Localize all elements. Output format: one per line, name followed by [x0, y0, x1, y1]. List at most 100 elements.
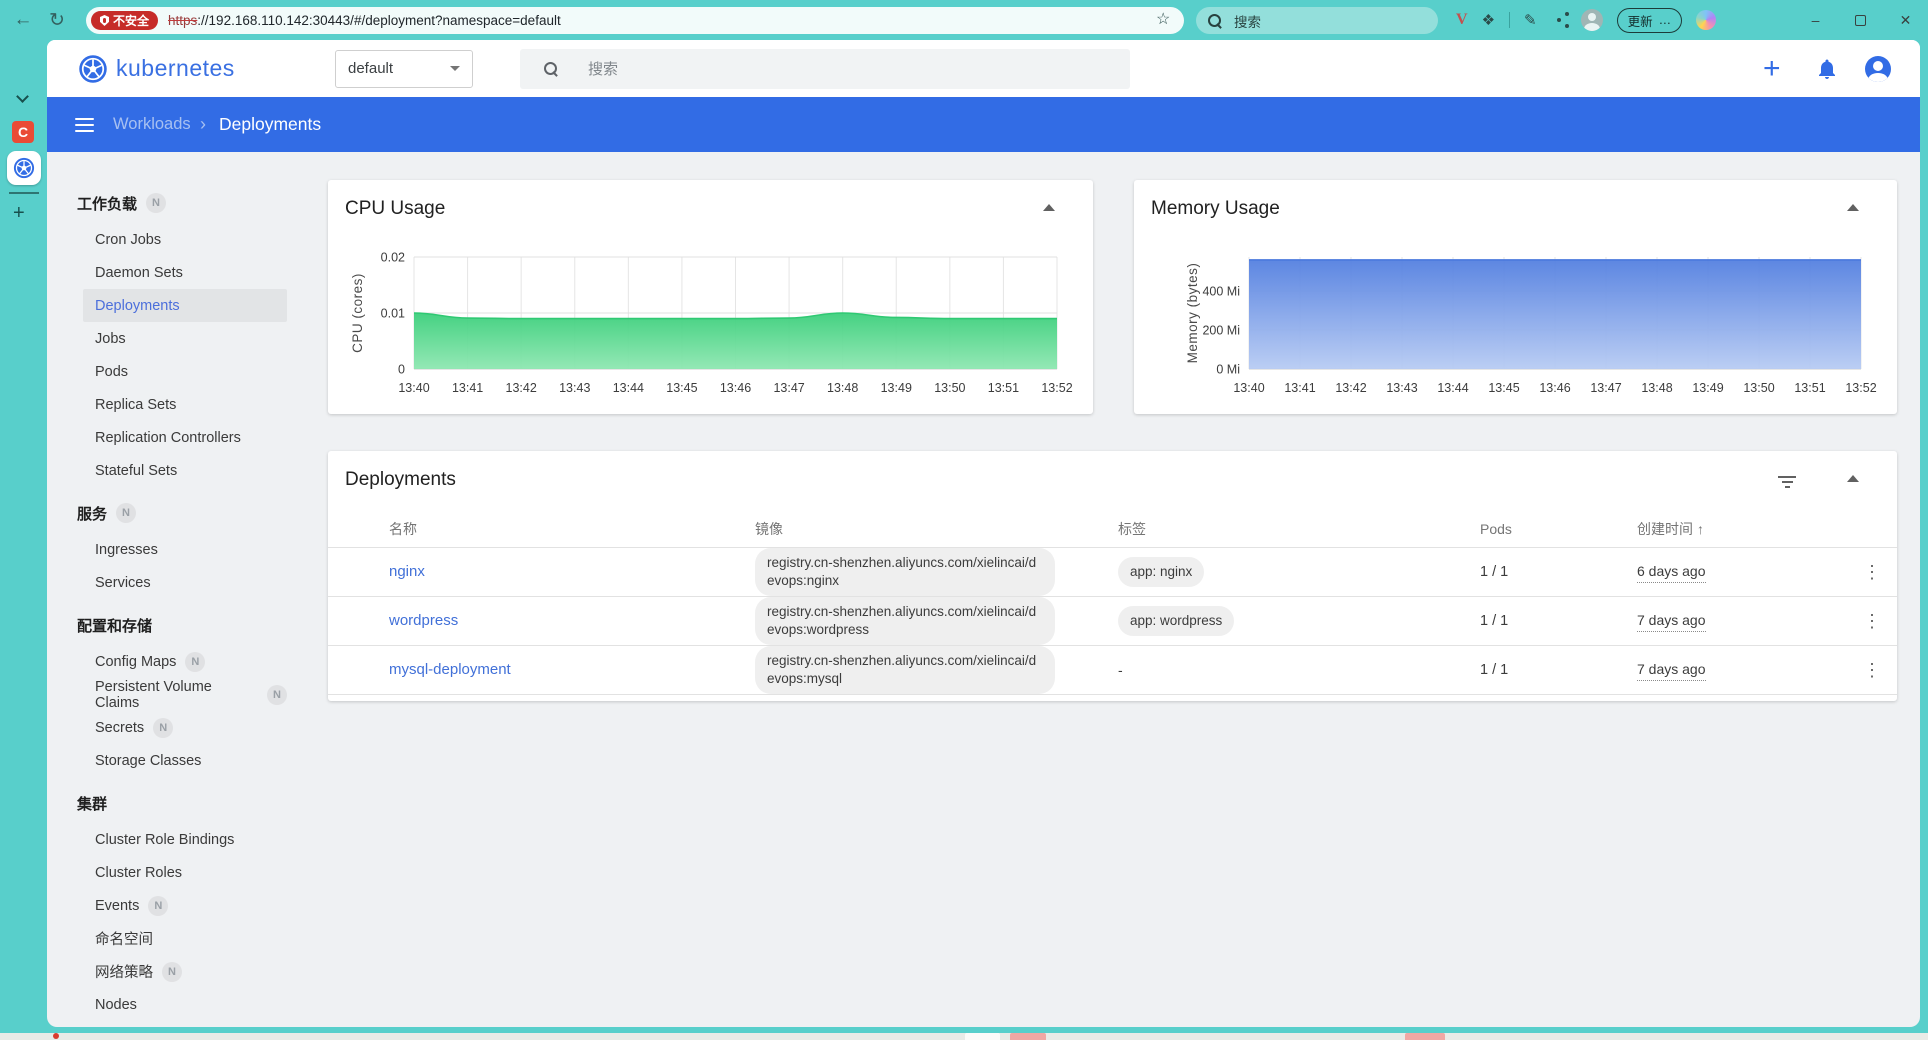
namespace-selector[interactable]: default: [335, 50, 473, 88]
sidebar-item-stateful-sets[interactable]: Stateful Sets: [83, 454, 287, 487]
svg-text:13:50: 13:50: [1743, 381, 1774, 395]
main-column: CPU Usage 00.010.0213:4013:4113:4213:431…: [295, 152, 1920, 1027]
sidebar-item-replication-controllers[interactable]: Replication Controllers: [83, 421, 287, 454]
svg-text:13:46: 13:46: [720, 381, 751, 395]
table-row-nginx: nginxregistry.cn-shenzhen.aliyuncs.com/x…: [328, 548, 1897, 597]
image-chip: registry.cn-shenzhen.aliyuncs.com/xielin…: [755, 646, 1055, 693]
url-rest: ://192.168.110.142:30443/#/deployment?na…: [197, 13, 560, 28]
copilot-icon[interactable]: [1696, 10, 1716, 30]
namespace-value: default: [348, 60, 393, 77]
new-tab-button[interactable]: +: [13, 202, 25, 225]
sidebar-item-services[interactable]: Services: [83, 566, 287, 599]
dashboard-search-box[interactable]: 搜索: [520, 49, 1130, 89]
filter-icon[interactable]: [1777, 476, 1797, 491]
column-image[interactable]: 镜像: [755, 519, 1118, 539]
column-name[interactable]: 名称: [389, 519, 755, 539]
sidebar-item-storage-classes[interactable]: Storage Classes: [83, 744, 287, 777]
svg-text:13:42: 13:42: [1335, 381, 1366, 395]
chevron-down-icon[interactable]: [16, 90, 29, 103]
breadcrumb-current: Deployments: [219, 114, 321, 135]
svg-text:400 Mi: 400 Mi: [1202, 285, 1240, 299]
collapse-arrow-icon[interactable]: [1847, 204, 1859, 211]
create-resource-button[interactable]: +: [1763, 54, 1781, 84]
browser-search-box[interactable]: 搜索: [1196, 7, 1438, 34]
menu-hamburger-icon[interactable]: [75, 114, 94, 136]
sidebar-nav: 工作负载NCron JobsDaemon SetsDeploymentsJobs…: [47, 152, 295, 1027]
row-actions-kebab-icon[interactable]: ⋮: [1847, 660, 1897, 681]
notifications-bell-icon[interactable]: [1815, 57, 1839, 81]
bookmark-star-icon[interactable]: ☆: [1156, 9, 1170, 29]
sidebar-item-network-policies[interactable]: 网络策略N: [83, 955, 287, 988]
kubernetes-brand[interactable]: kubernetes: [78, 54, 235, 84]
browser-profile-avatar[interactable]: [1581, 9, 1603, 31]
sidebar-item-deployments[interactable]: Deployments: [83, 289, 287, 322]
browser-update-button[interactable]: 更新 …: [1617, 8, 1683, 33]
v-extension-icon[interactable]: V: [1456, 11, 1468, 29]
column-pods[interactable]: Pods: [1480, 521, 1637, 537]
sidebar-item-namespaces[interactable]: 命名空间: [83, 922, 287, 955]
sidebar-item-daemon-sets[interactable]: Daemon Sets: [83, 256, 287, 289]
sidebar-item-persistent-volume-claims[interactable]: Persistent Volume ClaimsN: [83, 678, 287, 711]
window-close-button[interactable]: ✕: [1883, 0, 1928, 40]
deployments-table: 名称 镜像 标签 Pods 创建时间↑ nginx registry.cn-she…: [328, 511, 1897, 695]
url-protocol: https: [168, 13, 197, 28]
tab-favicon-c[interactable]: C: [12, 121, 34, 143]
sidebar-section-title: 工作负载N: [47, 183, 295, 223]
account-avatar-icon[interactable]: [1865, 56, 1891, 82]
maximize-icon: [1855, 15, 1866, 26]
pods-count: 1 / 1: [1480, 662, 1637, 678]
svg-text:13:52: 13:52: [1845, 381, 1876, 395]
sidebar-item-config-maps[interactable]: Config MapsN: [83, 645, 287, 678]
deployment-link-nginx[interactable]: nginx: [389, 563, 425, 580]
sidebar-item-persistent-volumes[interactable]: Persistent Volumes: [83, 1021, 287, 1027]
new-badge: N: [116, 503, 136, 523]
browser-back-button[interactable]: ←: [6, 3, 40, 37]
share-icon[interactable]: [1557, 18, 1561, 22]
sort-ascending-icon: ↑: [1697, 521, 1704, 537]
sidebar-item-events[interactable]: EventsN: [83, 889, 287, 922]
sidebar-section-cluster: 集群Cluster Role BindingsCluster RolesEven…: [47, 783, 295, 1027]
browser-refresh-button[interactable]: ↻: [40, 3, 74, 37]
deployment-link-wordpress[interactable]: wordpress: [389, 612, 458, 629]
sidebar-item-cluster-roles[interactable]: Cluster Roles: [83, 856, 287, 889]
sidebar-item-secrets[interactable]: SecretsN: [83, 711, 287, 744]
sidebar-item-jobs[interactable]: Jobs: [83, 322, 287, 355]
new-badge: N: [153, 718, 173, 738]
svg-text:13:51: 13:51: [988, 381, 1019, 395]
svg-text:13:45: 13:45: [666, 381, 697, 395]
dashboard-search-placeholder: 搜索: [588, 58, 618, 79]
address-bar[interactable]: 不安全 https://192.168.110.142:30443/#/depl…: [86, 7, 1184, 34]
shield-icon: [100, 15, 109, 26]
sidebar-item-replica-sets[interactable]: Replica Sets: [83, 388, 287, 421]
collapse-arrow-icon[interactable]: [1043, 204, 1055, 211]
taskbar-chip: [1010, 1033, 1046, 1040]
row-actions-kebab-icon[interactable]: ⋮: [1847, 611, 1897, 632]
sidebar-section-config-and-storage: 配置和存储Config MapsNPersistent Volume Claim…: [47, 605, 295, 777]
collapse-arrow-icon[interactable]: [1847, 475, 1859, 482]
svg-text:13:41: 13:41: [452, 381, 483, 395]
svg-text:CPU (cores): CPU (cores): [350, 273, 365, 353]
tab-strip-divider: [9, 192, 39, 194]
table-row-mysql-deployment: mysql-deployment registry.cn-shenzhen.ali…: [328, 646, 1897, 695]
breadcrumb-parent[interactable]: Workloads: [113, 115, 191, 134]
toolbar-divider: [1509, 12, 1510, 28]
window-minimize-button[interactable]: –: [1793, 0, 1838, 40]
column-created[interactable]: 创建时间↑: [1637, 519, 1847, 539]
sidebar-item-nodes[interactable]: Nodes: [83, 988, 287, 1021]
sidebar-item-cron-jobs[interactable]: Cron Jobs: [83, 223, 287, 256]
sidebar-item-pods[interactable]: Pods: [83, 355, 287, 388]
row-actions-kebab-icon[interactable]: ⋮: [1847, 562, 1897, 583]
svg-text:13:50: 13:50: [934, 381, 965, 395]
not-secure-badge[interactable]: 不安全: [91, 11, 158, 30]
sidebar-item-ingresses[interactable]: Ingresses: [83, 533, 287, 566]
sidebar-item-cluster-role-bindings[interactable]: Cluster Role Bindings: [83, 823, 287, 856]
favorites-icon[interactable]: ✎: [1524, 11, 1537, 29]
new-badge: N: [148, 896, 168, 916]
deployment-link-mysql-deployment[interactable]: mysql-deployment: [389, 661, 511, 678]
window-maximize-button[interactable]: [1838, 0, 1883, 40]
column-labels[interactable]: 标签: [1118, 519, 1480, 539]
table-body: nginx registry.cn-shenzhen.aliyuncs.com/x…: [328, 548, 1897, 695]
active-tab-kubernetes[interactable]: [7, 151, 41, 185]
kubernetes-icon: [13, 157, 35, 179]
extensions-icon[interactable]: ❖: [1482, 11, 1495, 29]
